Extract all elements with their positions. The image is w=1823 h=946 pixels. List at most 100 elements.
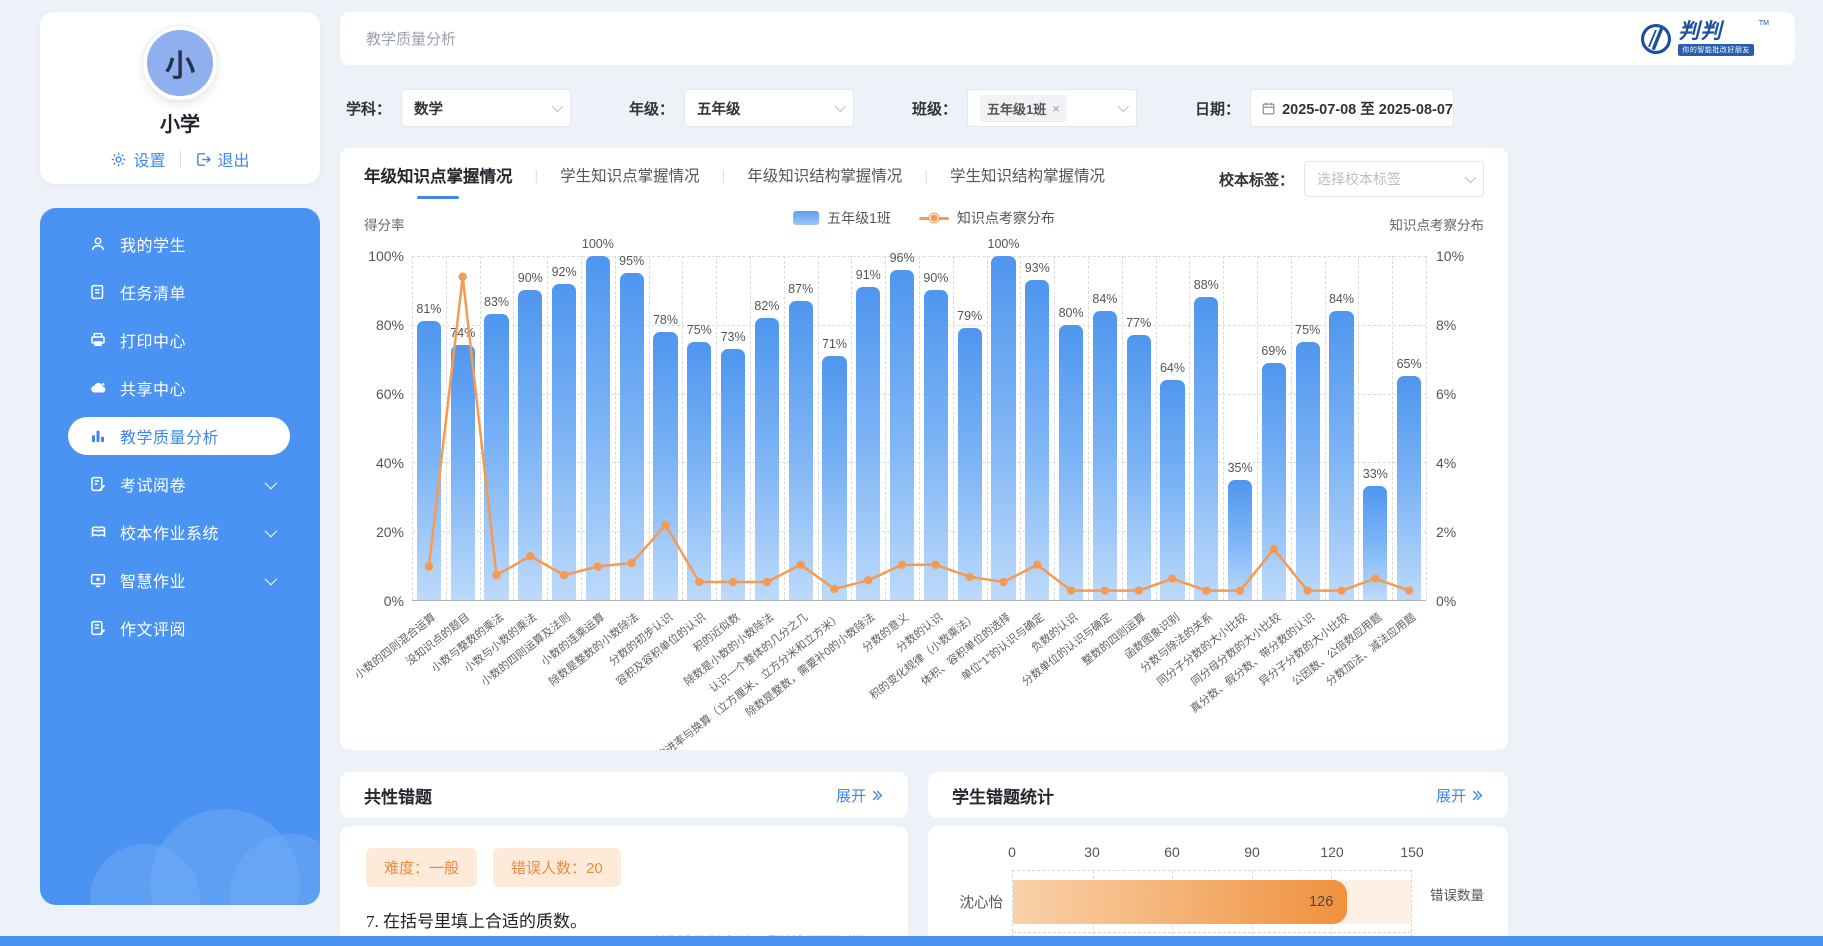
- sb-row: 沈心怡126: [1013, 871, 1411, 933]
- sidebar-item-label: 打印中心: [120, 328, 186, 352]
- y-tick-left: 100%: [368, 248, 404, 264]
- student-errors-expand-link[interactable]: 展开: [1436, 785, 1484, 806]
- bar-value-label: 75%: [1295, 323, 1320, 337]
- left-axis-title: 得分率: [364, 214, 405, 234]
- y-tick-right: 10%: [1436, 248, 1464, 264]
- date-range-picker[interactable]: 2025-07-08 至 2025-08-07: [1250, 89, 1454, 127]
- bar-column: 95%: [615, 256, 649, 600]
- bar: [1194, 297, 1218, 600]
- bar: [1025, 280, 1049, 600]
- sb-tick: 120: [1320, 844, 1343, 860]
- bar-column: 96%: [885, 256, 919, 600]
- sidebar-item-5[interactable]: 教学质量分析: [40, 412, 320, 460]
- bar-value-label: 95%: [619, 254, 644, 268]
- bar: [991, 256, 1015, 600]
- close-icon[interactable]: ×: [1052, 101, 1060, 116]
- bar-value-label: 83%: [484, 295, 509, 309]
- date-label: 日期：: [1195, 98, 1240, 119]
- bar-column: 75%: [682, 256, 716, 600]
- school-tag-select[interactable]: 选择校本标签: [1304, 161, 1484, 197]
- bar: [1363, 486, 1387, 600]
- chevron-down-icon: [265, 476, 278, 489]
- legend-class-series[interactable]: 五年级1班: [793, 208, 891, 228]
- bar: [518, 290, 542, 600]
- tab-separator: |: [722, 167, 726, 191]
- bar-column: 84%: [1325, 256, 1359, 600]
- bar-column: 83%: [480, 256, 514, 600]
- calendar-icon: [1261, 101, 1276, 116]
- chevron-down-icon: [552, 101, 563, 112]
- bar-column: 74%: [446, 256, 480, 600]
- legend-bar-swatch: [793, 211, 819, 225]
- bar: [890, 270, 914, 600]
- class-label: 班级：: [912, 98, 957, 119]
- sidebar-item-2[interactable]: 任务清单: [40, 268, 320, 316]
- bar-value-label: 71%: [822, 337, 847, 351]
- bar: [1296, 342, 1320, 600]
- sidebar-item-7[interactable]: 校本作业系统: [40, 508, 320, 556]
- sb-tick: 0: [1008, 844, 1016, 860]
- settings-button[interactable]: 设置: [110, 147, 165, 171]
- bar-column: 87%: [784, 256, 818, 600]
- bar: [1160, 380, 1184, 600]
- grade-label: 年级：: [629, 98, 674, 119]
- bar: [1059, 325, 1083, 600]
- bar-value-label: 93%: [1025, 261, 1050, 275]
- subject-select[interactable]: 数学: [401, 89, 571, 127]
- bar: [687, 342, 711, 600]
- tab-4[interactable]: 学生知识结构掌握情况: [950, 164, 1105, 194]
- bar-value-label: 87%: [788, 282, 813, 296]
- class-select[interactable]: 五年级1班 ×: [967, 89, 1137, 127]
- bar: [789, 301, 813, 600]
- bar-column: 78%: [649, 256, 683, 600]
- bar-value-label: 100%: [582, 237, 614, 251]
- sidebar-item-3[interactable]: 打印中心: [40, 316, 320, 364]
- logout-label: 退出: [218, 147, 250, 171]
- x-axis-label: 分数的初步认识: [649, 601, 683, 746]
- books-icon: [88, 522, 108, 542]
- sidebar-item-9[interactable]: 作文评阅: [40, 604, 320, 652]
- x-axis-label: 公因数、公倍数应用题: [1358, 601, 1392, 746]
- legend-line-series[interactable]: 知识点考察分布: [919, 208, 1055, 228]
- sidebar-item-6[interactable]: 考试阅卷: [40, 460, 320, 508]
- sb-tick: 150: [1400, 844, 1423, 860]
- sidebar-item-4[interactable]: 共享中心: [40, 364, 320, 412]
- bar: [1397, 376, 1421, 600]
- top-bar: 教学质量分析 判判 你的智能批改好朋友 TM: [340, 12, 1795, 65]
- common-errors-expand-link[interactable]: 展开: [836, 785, 884, 806]
- y-tick-right: 8%: [1436, 317, 1456, 333]
- tab-2[interactable]: 学生知识点掌握情况: [560, 164, 700, 194]
- gear-icon: [110, 151, 127, 168]
- bar-column: 80%: [1054, 256, 1088, 600]
- logout-button[interactable]: 退出: [195, 147, 250, 171]
- bar-column: 75%: [1291, 256, 1325, 600]
- badges-row: 难度：一般错误人数：20: [366, 848, 882, 887]
- bar: [958, 328, 982, 600]
- student-errors-title: 学生错题统计: [952, 783, 1054, 808]
- grade-select[interactable]: 五年级: [684, 89, 854, 127]
- x-axis-label: 负数的认识: [1054, 601, 1088, 746]
- filter-row: 学科： 数学 年级： 五年级 班级： 五年级1班 × 日期： 2025-07-0…: [346, 88, 1454, 128]
- bar-value-label: 92%: [552, 265, 577, 279]
- bar: [586, 256, 610, 600]
- cloud-decoration: [90, 789, 320, 905]
- bar: [924, 290, 948, 600]
- grade-knowledge-card: 年级知识点掌握情况|学生知识点掌握情况|年级知识结构掌握情况|学生知识结构掌握情…: [340, 148, 1508, 750]
- double-chevron-right-icon: [869, 789, 884, 802]
- bar-value-label: 77%: [1126, 316, 1151, 330]
- logo-swoosh-icon: [1639, 22, 1673, 56]
- bar: [620, 273, 644, 600]
- sidebar-item-8[interactable]: 智慧作业: [40, 556, 320, 604]
- sb-plot-area: 沈心怡126姜怡晨105: [1012, 870, 1412, 946]
- tab-3[interactable]: 年级知识结构掌握情况: [747, 164, 902, 194]
- chart-legend: 五年级1班 知识点考察分布: [793, 208, 1055, 228]
- sidebar-item-1[interactable]: 我的学生: [40, 220, 320, 268]
- bar-column: 100%: [987, 256, 1021, 600]
- sidebar-item-label: 作文评阅: [120, 616, 186, 640]
- sb-bar: 126: [1013, 880, 1347, 924]
- y-tick-left: 80%: [376, 317, 404, 333]
- bar-value-label: 96%: [890, 251, 915, 265]
- sb-tick: 30: [1084, 844, 1100, 860]
- class-tag-label: 五年级1班: [987, 99, 1046, 118]
- tab-1[interactable]: 年级知识点掌握情况: [364, 163, 513, 195]
